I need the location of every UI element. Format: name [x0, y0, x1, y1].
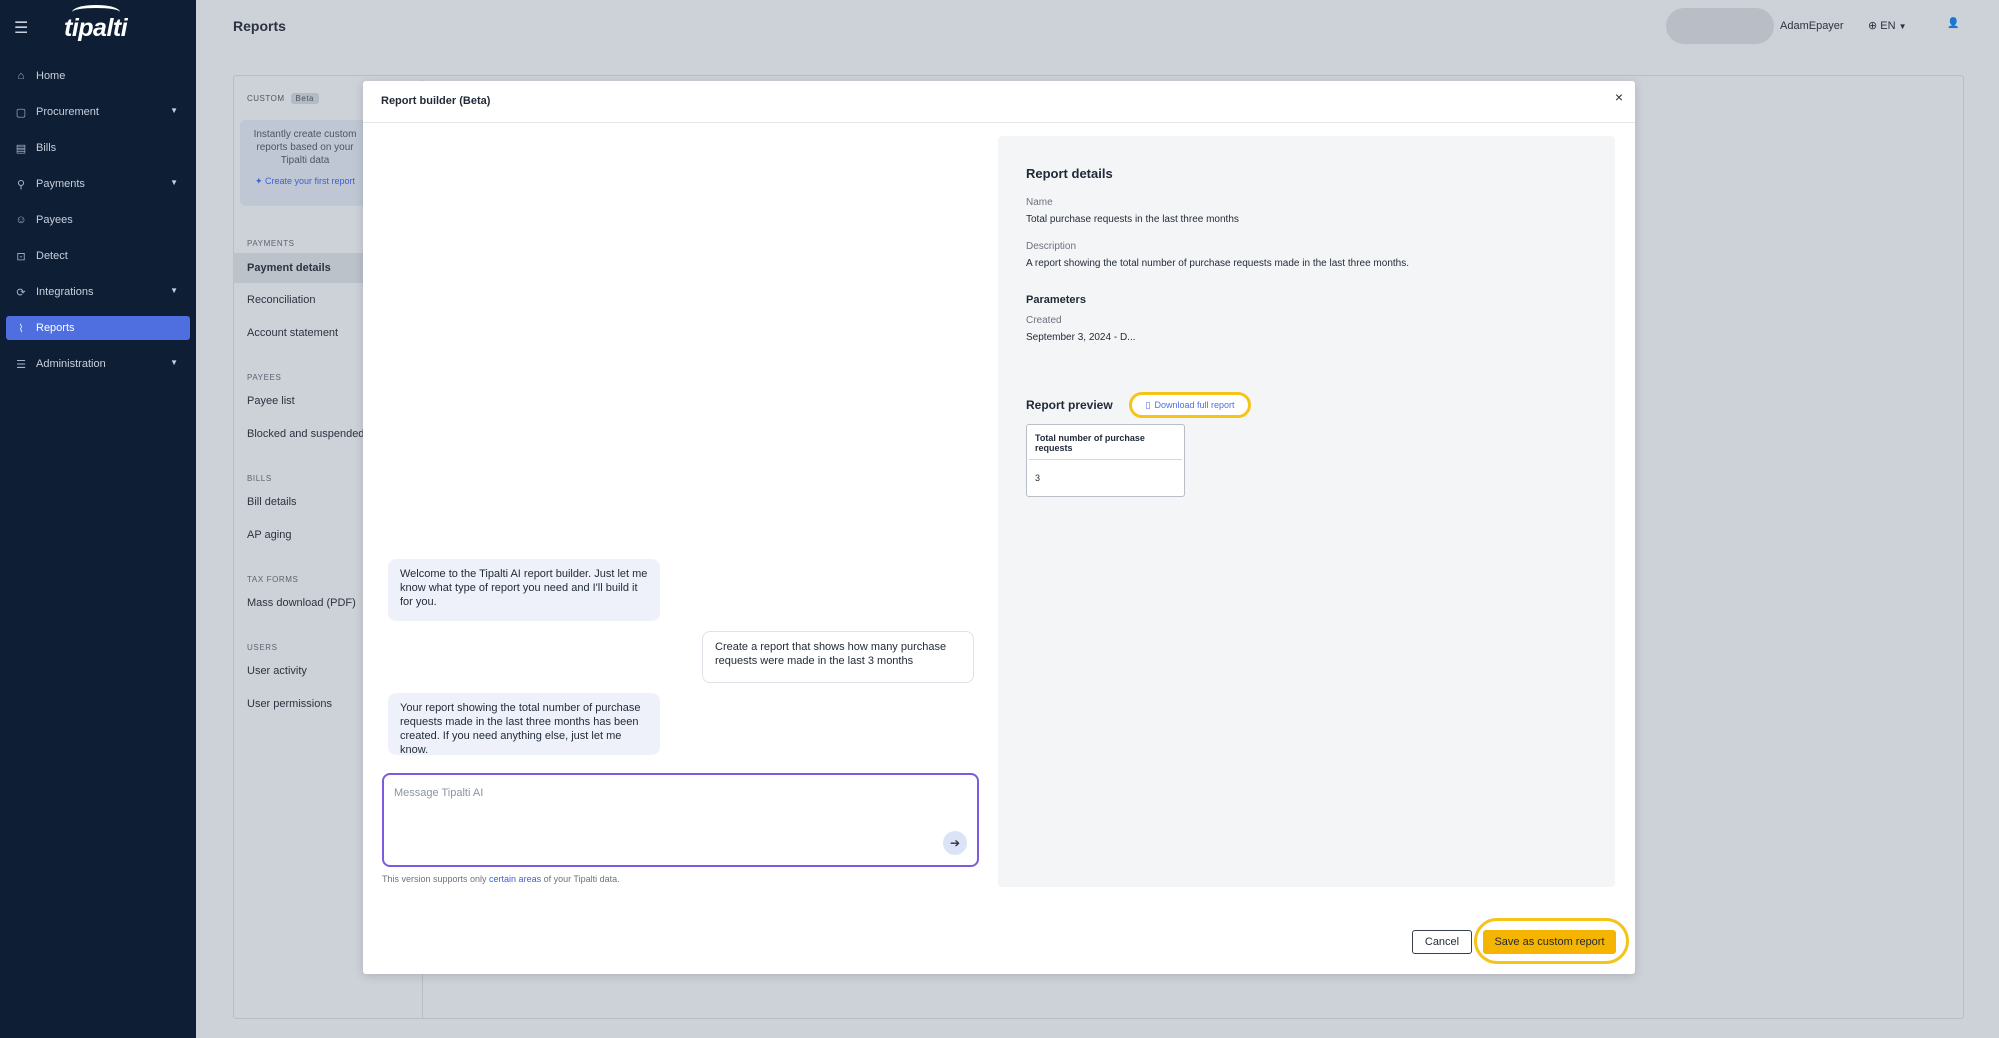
sidebar-header: ☰ tipalti	[0, 0, 196, 56]
sidebar-item-label: Administration	[36, 358, 106, 370]
modal-divider	[363, 122, 1635, 123]
chat-disclaimer: This version supports only certain areas…	[382, 874, 620, 884]
sidebar-item-label: Reports	[36, 322, 75, 334]
name-value: Total purchase requests in the last thre…	[1026, 214, 1239, 225]
report-preview-table: Total number of purchase requests 3	[1026, 424, 1185, 497]
close-icon[interactable]: ×	[1615, 89, 1623, 105]
chevron-down-icon: ▼	[1898, 22, 1907, 31]
report-details-heading: Report details	[1026, 166, 1113, 181]
sidebar-item-label: Payees	[36, 214, 73, 226]
section-title-payments: PAYMENTS	[247, 239, 295, 248]
report-link[interactable]: User activity	[247, 665, 307, 677]
sidebar-item-label: Procurement	[36, 106, 99, 118]
section-title-payees: PAYEES	[247, 373, 282, 382]
user-profile-icon[interactable]: 👤	[1947, 18, 1959, 29]
globe-icon: ⊕	[1868, 20, 1878, 32]
message-input[interactable]	[384, 775, 977, 835]
language-selector[interactable]: ⊕ EN ▼	[1868, 19, 1907, 32]
sidebar-item-integrations[interactable]: ⟳ Integrations ▼	[6, 280, 190, 304]
user-avatar-pill[interactable]	[1666, 8, 1774, 44]
table-header: Total number of purchase requests	[1029, 427, 1182, 460]
integrations-icon: ⟳	[16, 286, 26, 299]
report-link[interactable]: Reconciliation	[247, 294, 315, 306]
home-icon: ⌂	[17, 70, 25, 82]
document-icon: ▯	[1145, 399, 1151, 410]
download-full-report-button[interactable]: ▯ Download full report	[1129, 392, 1251, 418]
sidebar-item-procurement[interactable]: ▢ Procurement ▼	[6, 100, 190, 124]
reports-icon: ⌇	[18, 322, 24, 335]
sidebar-item-label: Payments	[36, 178, 85, 190]
payees-icon: ☺	[15, 214, 27, 226]
parameters-heading: Parameters	[1026, 294, 1086, 306]
report-preview-heading: Report preview	[1026, 398, 1113, 412]
detect-icon: ⊡	[16, 250, 26, 263]
save-as-custom-report-button[interactable]: Save as custom report	[1483, 930, 1616, 954]
report-link[interactable]: Blocked and suspended	[247, 428, 364, 440]
report-link[interactable]: Payment details	[233, 253, 363, 283]
report-builder-modal: Report builder (Beta) × Welcome to the T…	[363, 81, 1635, 974]
promo-text: Instantly create custom reports based on…	[253, 129, 357, 166]
sidebar-item-administration[interactable]: ☰ Administration ▼	[6, 352, 190, 376]
custom-report-promo: Instantly create custom reports based on…	[240, 120, 370, 206]
sidebar-item-label: Integrations	[36, 286, 94, 298]
certain-areas-link[interactable]: certain areas	[489, 874, 541, 884]
sidebar-item-payees[interactable]: ☺ Payees	[6, 208, 190, 232]
sidebar-item-detect[interactable]: ⊡ Detect	[6, 244, 190, 268]
sidebar-item-label: Detect	[36, 250, 68, 262]
send-arrow-icon[interactable]: ➔	[943, 831, 967, 855]
chevron-down-icon: ▼	[170, 178, 178, 187]
report-link[interactable]: Mass download (PDF)	[247, 597, 356, 609]
create-first-report-link[interactable]: ✦ Create your first report	[246, 175, 364, 188]
name-label: Name	[1026, 197, 1053, 208]
sidebar-item-label: Bills	[36, 142, 57, 154]
section-title-users: USERS	[247, 643, 278, 652]
bills-icon: ▤	[15, 142, 27, 155]
sidebar-item-payments[interactable]: ⚲ Payments ▼	[6, 172, 190, 196]
sidebar-item-home[interactable]: ⌂ Home	[6, 64, 190, 88]
table-cell: 3	[1035, 473, 1041, 483]
description-label: Description	[1026, 241, 1077, 252]
report-link[interactable]: AP aging	[247, 529, 291, 541]
chat-input-box: ➔	[382, 773, 979, 867]
chevron-down-icon: ▼	[170, 358, 178, 367]
chevron-down-icon: ▼	[170, 106, 178, 115]
chevron-down-icon: ▼	[170, 286, 178, 295]
report-link[interactable]: Payee list	[247, 395, 295, 407]
sidebar-nav: ⌂ Home ▢ Procurement ▼ ▤ Bills ⚲ Payments ▼ ☺ Payee…	[0, 64, 196, 376]
page-title: Reports	[233, 18, 286, 34]
procurement-icon: ▢	[15, 106, 27, 119]
custom-section-label: CUSTOM Beta	[247, 93, 319, 104]
cancel-button[interactable]: Cancel	[1412, 930, 1472, 954]
section-title-bills: BILLS	[247, 474, 272, 483]
table-row: 3	[1029, 462, 1182, 494]
section-title-tax-forms: TAX FORMS	[247, 575, 299, 584]
report-link[interactable]: Bill details	[247, 496, 297, 508]
report-details-panel: Report details Name Total purchase reque…	[998, 136, 1615, 887]
sidebar-item-reports[interactable]: ⌇ Reports	[6, 316, 190, 340]
chat-message-ai-result: Your report showing the total number of …	[388, 693, 660, 756]
hamburger-menu-icon[interactable]: ☰	[14, 18, 32, 38]
tipalti-logo[interactable]: tipalti	[64, 4, 128, 43]
logo-arc	[72, 4, 120, 19]
sidebar-item-label: Home	[36, 70, 66, 82]
sidebar-item-bills[interactable]: ▤ Bills	[6, 136, 190, 160]
beta-badge: Beta	[290, 93, 319, 104]
chat-message-ai-welcome: Welcome to the Tipalti AI report builder…	[388, 559, 660, 621]
sidebar: ☰ tipalti ⌂ Home ▢ Procurement ▼ ▤ Bills ⚲ Payme…	[0, 0, 196, 1038]
payments-icon: ⚲	[16, 178, 26, 191]
modal-title: Report builder (Beta)	[381, 95, 491, 107]
language-label: EN	[1880, 20, 1896, 32]
download-label: Download full report	[1154, 400, 1235, 410]
description-value: A report showing the total number of pur…	[1026, 258, 1409, 269]
report-link[interactable]: User permissions	[247, 698, 332, 710]
user-name[interactable]: AdamEpayer	[1780, 20, 1844, 32]
report-link[interactable]: Account statement	[247, 327, 338, 339]
chat-message-user: Create a report that shows how many purc…	[702, 631, 974, 683]
created-label: Created	[1026, 315, 1062, 326]
created-value: September 3, 2024 - D...	[1026, 332, 1136, 343]
administration-icon: ☰	[16, 358, 26, 371]
